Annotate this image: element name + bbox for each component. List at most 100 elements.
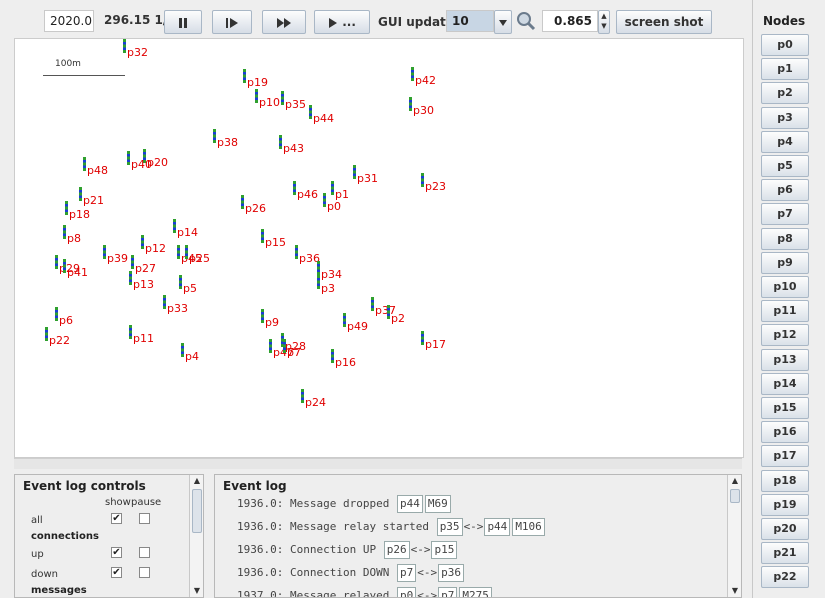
world-view[interactable]: 100m p32 p19 p10 p35 p44 p42 p30 p38 p43 p20 p40 p4… [14, 38, 744, 458]
step-button[interactable] [212, 10, 252, 34]
node-p30[interactable]: p30 [409, 97, 449, 119]
node-p6[interactable]: p6 [55, 307, 95, 329]
log-scroll-thumb[interactable] [730, 489, 740, 503]
event-log-ref-button[interactable]: p26 [383, 541, 410, 559]
node-button-p18[interactable]: p18 [761, 469, 809, 492]
event-log-ref-button[interactable]: p44 [396, 495, 423, 513]
node-p13[interactable]: p13 [129, 271, 169, 293]
node-p12[interactable]: p12 [141, 235, 181, 257]
node-p42[interactable]: p42 [411, 67, 451, 89]
node-button-p12[interactable]: p12 [761, 324, 809, 347]
node-p48[interactable]: p48 [83, 157, 123, 179]
node-p41[interactable]: p41 [63, 259, 103, 281]
event-log-ref-button[interactable]: p15 [431, 541, 458, 559]
node-p0[interactable]: p0 [323, 193, 363, 215]
node-button-p13[interactable]: p13 [761, 348, 809, 371]
event-log-ref-button[interactable]: p7 [438, 587, 458, 597]
node-p8[interactable]: p8 [63, 225, 103, 247]
node-button-p0[interactable]: p0 [761, 34, 809, 56]
node-button-p17[interactable]: p17 [761, 445, 809, 468]
node-button-p2[interactable]: p2 [761, 82, 809, 105]
scroll-down-icon[interactable]: ▼ [190, 585, 203, 597]
node-p32[interactable]: p32 [123, 39, 163, 61]
node-label: p3 [321, 282, 335, 295]
play-until-button[interactable]: ... [314, 10, 370, 34]
pause-all-checkbox[interactable] [139, 513, 150, 524]
node-button-p16[interactable]: p16 [761, 421, 809, 444]
node-button-p15[interactable]: p15 [761, 397, 809, 419]
log-scroll-up-icon[interactable]: ▲ [728, 475, 741, 487]
fast-forward-button[interactable] [262, 10, 306, 34]
event-log-ref-button[interactable]: p44 [484, 518, 511, 536]
node-p5[interactable]: p5 [179, 275, 219, 297]
node-p26[interactable]: p26 [241, 195, 281, 217]
node-p25[interactable]: p25 [185, 245, 225, 267]
node-button-p21[interactable]: p21 [761, 542, 809, 565]
node-p11[interactable]: p11 [129, 325, 169, 347]
node-button-p20[interactable]: p20 [761, 518, 809, 540]
node-p9[interactable]: p9 [261, 309, 301, 331]
event-log-ref-button[interactable]: M69 [424, 495, 451, 513]
node-p24[interactable]: p24 [301, 389, 341, 411]
node-p4[interactable]: p4 [181, 343, 221, 365]
node-button-p4[interactable]: p4 [761, 130, 809, 153]
node-button-p5[interactable]: p5 [761, 155, 809, 177]
controls-scroll-thumb[interactable] [192, 489, 202, 533]
gui-update-dropdown-button[interactable] [494, 10, 512, 34]
horizontal-splitter[interactable] [14, 458, 742, 469]
node-p22[interactable]: p22 [45, 327, 85, 349]
event-log-text: 1936.0: Message relay started [237, 520, 430, 533]
node-button-p22[interactable]: p22 [761, 566, 809, 589]
row-label-all: all [31, 515, 43, 526]
node-p23[interactable]: p23 [421, 173, 461, 195]
event-log-ref-button[interactable]: p7 [396, 564, 417, 582]
show-up-checkbox[interactable]: ✔ [111, 547, 122, 558]
event-log-entry: 1936.0: Message relay started p35 <-> p44 M… [237, 518, 546, 536]
scroll-up-icon[interactable]: ▲ [190, 475, 203, 487]
node-button-p7[interactable]: p7 [761, 203, 809, 226]
node-button-p19[interactable]: p19 [761, 493, 809, 516]
event-log-ref-button[interactable]: p35 [436, 518, 463, 536]
show-all-checkbox[interactable]: ✔ [111, 513, 122, 524]
step-icon [226, 15, 238, 29]
pause-button[interactable] [164, 10, 202, 34]
node-p33[interactable]: p33 [163, 295, 203, 317]
show-down-checkbox[interactable]: ✔ [111, 567, 122, 578]
pause-up-checkbox[interactable] [139, 547, 150, 558]
pause-down-checkbox[interactable] [139, 567, 150, 578]
node-button-p1[interactable]: p1 [761, 58, 809, 81]
node-p16[interactable]: p16 [331, 349, 371, 371]
gui-update-select[interactable]: 10 [446, 10, 494, 32]
node-p49[interactable]: p49 [343, 313, 383, 335]
log-scroll-down-icon[interactable]: ▼ [728, 585, 741, 597]
event-log-ref-button[interactable]: p36 [438, 564, 464, 582]
event-log-ref-button[interactable]: p0 [396, 587, 417, 597]
controls-scrollbar[interactable]: ▲ ▼ [189, 475, 203, 597]
screenshot-button[interactable]: screen shot [616, 10, 712, 34]
node-p2[interactable]: p2 [387, 305, 427, 327]
node-marker-icon [323, 193, 326, 207]
node-p3[interactable]: p3 [317, 275, 357, 297]
node-p7[interactable]: p7 [283, 339, 323, 361]
node-p38[interactable]: p38 [213, 129, 253, 151]
node-label: p35 [285, 98, 306, 111]
zoom-input[interactable]: 0.865 [542, 10, 598, 32]
node-button-p11[interactable]: p11 [761, 300, 809, 323]
node-p40[interactable]: p40 [127, 151, 167, 173]
node-button-p9[interactable]: p9 [761, 251, 809, 274]
node-p17[interactable]: p17 [421, 331, 461, 353]
zoom-spinner[interactable]: ▲ ▼ [598, 10, 610, 34]
node-p43[interactable]: p43 [279, 135, 319, 157]
node-p19[interactable]: p19 [243, 69, 283, 91]
event-log-ref-button[interactable]: M106 [512, 518, 545, 536]
node-button-p10[interactable]: p10 [761, 276, 809, 298]
node-p18[interactable]: p18 [65, 201, 105, 223]
node-button-p14[interactable]: p14 [761, 372, 809, 395]
node-p44[interactable]: p44 [309, 105, 349, 127]
event-log-ref-button[interactable]: M275 [459, 587, 492, 597]
node-button-p6[interactable]: p6 [761, 179, 809, 202]
node-button-p8[interactable]: p8 [761, 227, 809, 250]
node-marker-icon [255, 89, 258, 103]
event-log-scrollbar[interactable]: ▲ ▼ [727, 475, 741, 597]
node-button-p3[interactable]: p3 [761, 106, 809, 129]
